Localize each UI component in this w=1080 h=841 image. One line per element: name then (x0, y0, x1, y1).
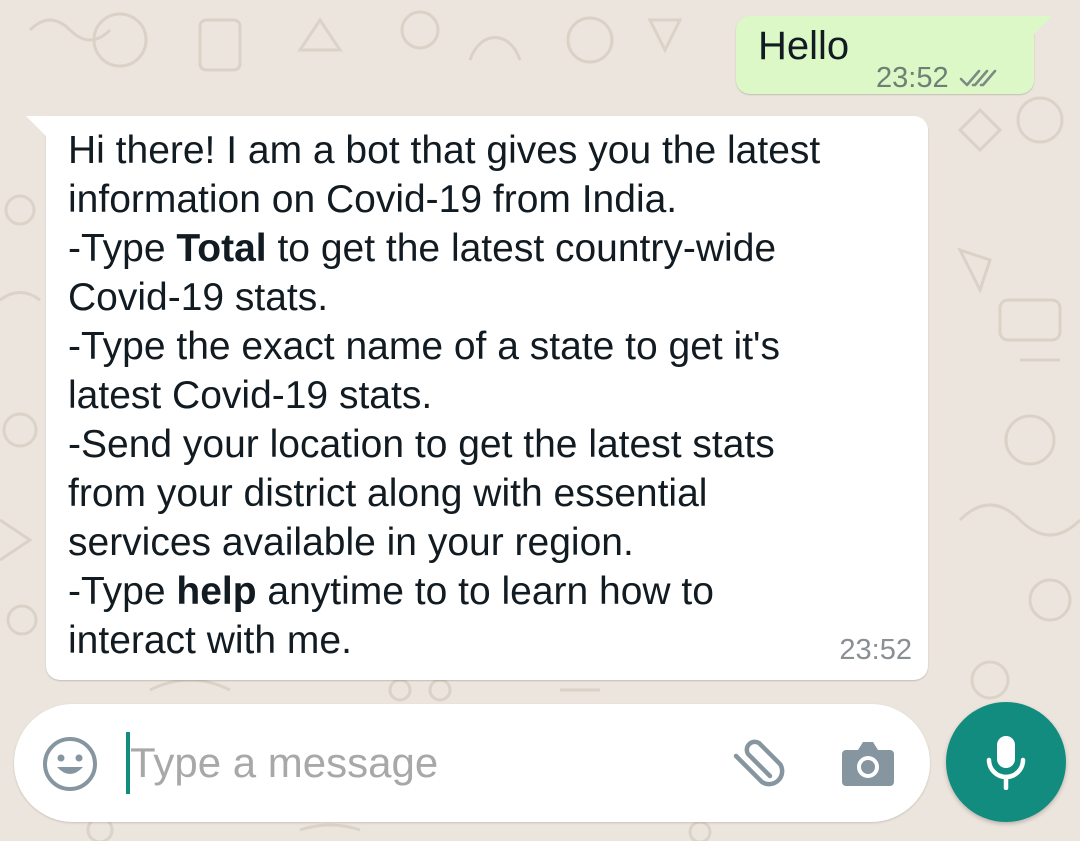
microphone-icon (986, 736, 1026, 790)
message-line: services available in your region. (68, 518, 898, 567)
message-time: 23:52 (876, 61, 949, 94)
message-line: -Send your location to get the latest st… (68, 420, 898, 469)
line-segment: interact with me. (68, 619, 352, 662)
bubble-tail (26, 116, 46, 136)
bold-keyword: Total (176, 227, 267, 270)
message-line: latest Covid-19 stats. (68, 371, 898, 420)
message-time: 23:52 (839, 634, 912, 666)
message-input[interactable] (130, 726, 690, 800)
microphone-button[interactable] (946, 702, 1066, 822)
paperclip-icon[interactable] (726, 736, 786, 792)
emoji-icon[interactable] (40, 734, 100, 794)
line-segment: -Type (68, 227, 177, 270)
incoming-message-text: Hi there! I am a bot that gives you the … (68, 126, 898, 665)
line-segment: -Send your location to get the latest st… (68, 423, 775, 466)
message-line: Hi there! I am a bot that gives you the … (68, 126, 898, 175)
message-line: -Type Total to get the latest country-wi… (68, 224, 898, 273)
outgoing-message[interactable]: Hello 23:52 (736, 16, 1052, 94)
double-check-icon (959, 69, 996, 87)
line-segment: Hi there! I am a bot that gives you the … (68, 129, 821, 172)
line-segment: anytime to to learn how to (256, 570, 714, 613)
line-segment: information on Covid-19 from India. (68, 178, 678, 221)
message-line: -Type help anytime to to learn how to (68, 567, 898, 616)
incoming-message[interactable]: Hi there! I am a bot that gives you the … (26, 116, 928, 680)
bold-keyword: help (176, 570, 257, 613)
message-meta: 23:52 (876, 62, 999, 94)
line-segment: services available in your region. (68, 521, 634, 564)
outgoing-message-text: Hello (758, 24, 850, 68)
camera-icon[interactable] (840, 738, 896, 788)
line-segment: Covid-19 stats. (68, 276, 329, 319)
line-segment: to get the latest country-wide (266, 227, 777, 270)
line-segment: -Type (68, 570, 177, 613)
message-line: information on Covid-19 from India. (68, 175, 898, 224)
message-composer (14, 704, 930, 822)
line-segment: -Type the exact name of a state to get i… (68, 325, 780, 368)
line-segment: latest Covid-19 stats. (68, 374, 433, 417)
message-line: interact with me. (68, 616, 898, 665)
bubble-tail (1032, 16, 1052, 36)
message-line: -Type the exact name of a state to get i… (68, 322, 898, 371)
line-segment: from your district along with essential (68, 472, 708, 515)
message-line: Covid-19 stats. (68, 273, 898, 322)
message-line: from your district along with essential (68, 469, 898, 518)
chat-area: Hello 23:52 Hi there! I am a bot that gi… (0, 0, 1080, 700)
